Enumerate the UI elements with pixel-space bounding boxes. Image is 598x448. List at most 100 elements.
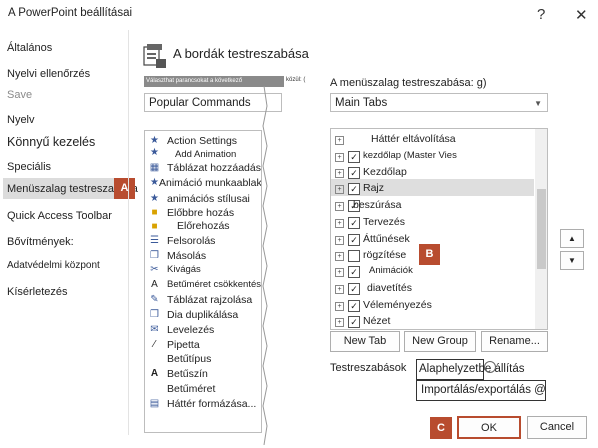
list-item[interactable]: Másolás [167,250,206,262]
choose-commands-label-tail: közül: ( [286,77,306,83]
tab-label: Rajz [363,182,385,194]
tab-row[interactable]: + ✓ Kezdőlap [333,166,538,182]
nav-item-addins[interactable]: Bővítmények: [7,236,74,248]
tab-label: Kezdőlap [363,166,407,178]
nav-item-proofing[interactable]: Nyelvi ellenőrzés [7,68,90,80]
tab-row[interactable]: + ✓ diavetítés [333,282,538,298]
list-item[interactable]: Betűszín [167,368,208,380]
bring-forward-icon: ■ [151,207,158,218]
draw-table-icon: ✎ [150,294,159,305]
expand-icon[interactable]: + [335,219,344,228]
import-export-button[interactable]: Importálás/exportálás @ [416,380,546,401]
list-item[interactable]: Táblázat rajzolása [167,294,252,306]
tab-label: rögzítése [363,249,407,261]
duplicate-slide-icon: ❒ [150,309,159,320]
checkbox-icon[interactable] [348,250,360,262]
bullets-icon: ☰ [150,235,159,246]
ribbon-tabs-select[interactable]: Main Tabs ▼ [330,93,548,112]
checkbox-icon[interactable]: ✓ [348,234,360,246]
new-tab-button[interactable]: New Tab [330,331,400,352]
nav-item-quick-access-toolbar[interactable]: Quick Access Toolbar [7,210,112,222]
tabs-scrollbar-thumb[interactable] [537,189,546,269]
nav-item-save[interactable]: Save [7,89,32,101]
tab-row[interactable]: + ✓ Tervezés [333,216,538,232]
checkbox-icon[interactable]: ✓ [348,217,360,229]
chevron-down-icon: ▼ [534,99,542,108]
checkbox-icon[interactable]: ✓ [348,183,360,195]
bring-to-front-icon: ■ [151,221,158,232]
close-button[interactable]: ✕ [575,6,588,24]
list-item[interactable]: Betűméret [167,383,215,395]
ok-button[interactable]: OK [457,416,521,439]
expand-icon[interactable]: + [335,169,344,178]
checkbox-icon[interactable]: ✓ [348,316,360,328]
tab-row[interactable]: + ✓ kezdőlap (Master Vies [333,150,538,166]
rename-button[interactable]: Rename... [481,331,548,352]
callout-b: B [419,244,440,265]
expand-icon[interactable]: + [335,318,344,327]
checkbox-icon[interactable]: ✓ [348,300,360,312]
list-item[interactable]: Előbbre hozás [167,207,234,219]
reset-button[interactable]: Alaphelyzetbe állítás [416,359,524,380]
commands-list[interactable]: ★ Action Settings ★ Add Animation ▦ Tábl… [144,130,262,433]
checkbox-icon[interactable]: ✓ [348,283,360,295]
checkbox-icon[interactable]: ✓ [348,266,360,278]
tab-row[interactable]: + Háttér eltávolítása [333,133,538,149]
info-icon [484,361,496,373]
checkbox-icon[interactable]: ✓ [348,167,360,179]
eyedropper-icon: ⁄ [153,339,156,350]
expand-icon[interactable]: + [335,252,344,261]
expand-icon[interactable]: + [335,285,344,294]
window-title: A PowerPoint beállításai [8,7,133,19]
list-item[interactable]: Levelezés [167,324,214,336]
expand-icon[interactable]: + [335,302,344,311]
tab-label: Tervezés [363,216,406,228]
list-item[interactable]: Betűtípus [167,353,211,365]
tab-row[interactable]: + ✓ beszúrása [333,199,538,215]
nav-item-accessibility[interactable]: Könnyű kezelés [7,135,95,149]
list-item[interactable]: Háttér formázása... [167,398,256,410]
arrow-down-icon: ▼ [568,256,576,265]
list-item[interactable]: Add Animation [175,149,236,160]
checkbox-icon[interactable]: ✓ [348,151,360,163]
list-item[interactable]: Dia duplikálása [167,309,238,321]
tab-label: diavetítés [367,282,412,294]
list-item[interactable]: Táblázat hozzáadása [167,162,261,174]
tab-row[interactable]: + ✓ Rajz [333,182,538,198]
list-item[interactable]: Animáció munkaablak [159,177,261,189]
expand-icon[interactable]: + [335,153,344,162]
list-item[interactable]: Pipetta [167,339,200,351]
ribbon-tabs-tree[interactable]: + Háttér eltávolítása + ✓ kezdőlap (Mast… [330,128,548,330]
nav-item-experiments[interactable]: Kísérletezés [7,286,68,298]
nav-item-advanced[interactable]: Speciális [7,161,51,173]
list-item[interactable]: Action Settings [167,135,237,147]
expand-icon[interactable]: + [335,268,344,277]
commands-source-value: Popular Commands [149,97,251,109]
move-down-button[interactable]: ▼ [560,251,584,270]
callout-c: C [430,417,452,439]
list-item[interactable]: Kivágás [167,264,201,275]
nav-item-language[interactable]: Nyelv [7,114,35,126]
nav-item-general[interactable]: Általános [7,42,52,54]
new-group-button[interactable]: New Group [404,331,476,352]
tab-row[interactable]: + ✓ Animációk [333,265,538,281]
decrease-font-icon: A [151,279,158,290]
cancel-button[interactable]: Cancel [527,416,587,439]
list-item[interactable]: Felsorolás [167,235,215,247]
help-button[interactable]: ? [537,6,545,23]
import-export-label: Importálás/exportálás @ [421,384,546,396]
tab-row[interactable]: + ✓ Nézet [333,315,538,329]
nav-item-trust-center[interactable]: Adatvédelmi központ [7,260,100,271]
arrow-up-icon: ▲ [568,234,576,243]
tab-row[interactable]: + ✓ Véleményezés [333,299,538,315]
expand-icon[interactable]: + [335,202,344,211]
cut-icon: ✂ [150,264,159,275]
expand-icon[interactable]: + [335,136,344,145]
expand-icon[interactable]: + [335,185,344,194]
list-item[interactable]: Betűméret csökkentése [167,279,261,290]
list-item[interactable]: animációs stílusai [167,193,250,205]
move-up-button[interactable]: ▲ [560,229,584,248]
list-item[interactable]: Előrehozás [177,220,230,232]
tab-label: Véleményezés [363,299,432,311]
expand-icon[interactable]: + [335,236,344,245]
